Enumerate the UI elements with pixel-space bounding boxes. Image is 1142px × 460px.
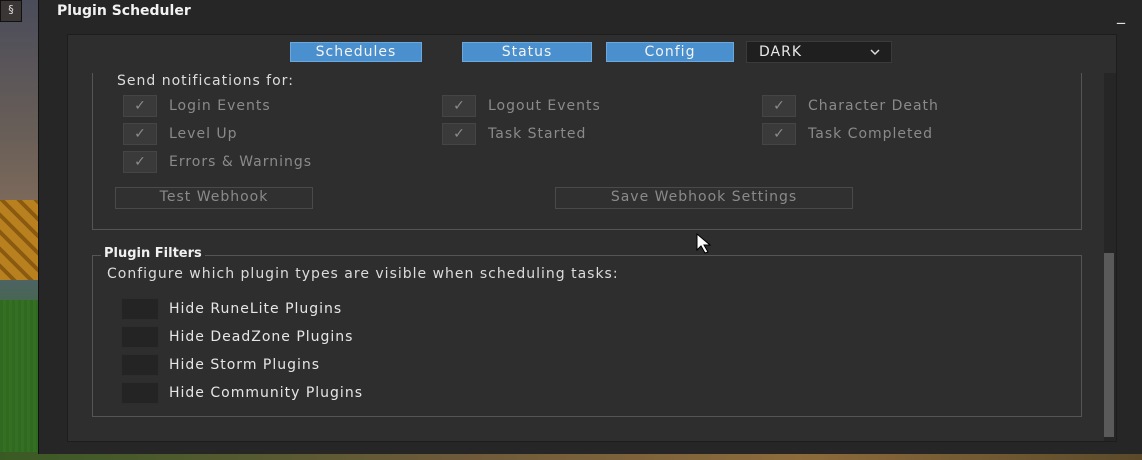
- checkbox-character-death[interactable]: ✓: [762, 95, 796, 117]
- option-character-death[interactable]: ✓ Character Death: [762, 95, 939, 117]
- save-webhook-settings-button[interactable]: Save Webhook Settings: [555, 187, 853, 209]
- background-grass: [0, 300, 40, 460]
- minimize-button[interactable]: _: [1111, 7, 1131, 24]
- option-hide-deadzone[interactable]: Hide DeadZone Plugins: [121, 326, 353, 348]
- option-login-events[interactable]: ✓ Login Events: [123, 95, 271, 117]
- titlebar[interactable]: Plugin Scheduler _: [39, 0, 1142, 28]
- webhook-notifications-panel: Send notifications for: ✓ Login Events ✓…: [92, 73, 1082, 230]
- theme-dropdown-value: DARK: [759, 44, 803, 60]
- tab-schedules[interactable]: Schedules: [290, 42, 422, 62]
- checkbox-task-completed[interactable]: ✓: [762, 123, 796, 145]
- plugin-scheduler-window: Plugin Scheduler _ Schedules Status Conf…: [38, 0, 1142, 454]
- label-task-completed: Task Completed: [808, 126, 934, 142]
- corner-app-icon: §: [0, 0, 22, 22]
- checkbox-hide-storm[interactable]: [121, 354, 159, 376]
- option-hide-community[interactable]: Hide Community Plugins: [121, 382, 363, 404]
- checkbox-task-started[interactable]: ✓: [442, 123, 476, 145]
- option-task-completed[interactable]: ✓ Task Completed: [762, 123, 933, 145]
- plugin-filters-title: Plugin Filters: [101, 246, 205, 261]
- config-scroll-area[interactable]: Send notifications for: ✓ Login Events ✓…: [68, 73, 1116, 441]
- checkbox-hide-runelite[interactable]: [121, 298, 159, 320]
- label-login-events: Login Events: [169, 98, 271, 114]
- checkbox-level-up[interactable]: ✓: [123, 123, 157, 145]
- label-errors-warnings: Errors & Warnings: [169, 154, 313, 170]
- option-errors-warnings[interactable]: ✓ Errors & Warnings: [123, 151, 312, 173]
- label-hide-deadzone: Hide DeadZone Plugins: [169, 329, 354, 345]
- plugin-filters-panel: Plugin Filters Configure which plugin ty…: [92, 246, 1082, 417]
- checkbox-login-events[interactable]: ✓: [123, 95, 157, 117]
- option-level-up[interactable]: ✓ Level Up: [123, 123, 238, 145]
- plugin-filters-description: Configure which plugin types are visible…: [107, 266, 619, 282]
- option-hide-storm[interactable]: Hide Storm Plugins: [121, 354, 320, 376]
- option-logout-events[interactable]: ✓ Logout Events: [442, 95, 601, 117]
- checkbox-logout-events[interactable]: ✓: [442, 95, 476, 117]
- checkbox-errors-warnings[interactable]: ✓: [123, 151, 157, 173]
- theme-dropdown[interactable]: DARK: [746, 41, 892, 63]
- chevron-down-icon: [869, 42, 881, 68]
- label-hide-runelite: Hide RuneLite Plugins: [169, 301, 343, 317]
- mouse-pointer-icon: [696, 233, 712, 254]
- tab-status[interactable]: Status: [462, 42, 592, 62]
- checkbox-hide-community[interactable]: [121, 382, 159, 404]
- background-wooden-structure: [0, 200, 38, 280]
- label-logout-events: Logout Events: [488, 98, 601, 114]
- option-hide-runelite[interactable]: Hide RuneLite Plugins: [121, 298, 342, 320]
- scheduler-content: Schedules Status Config DARK Send notifi…: [67, 34, 1117, 442]
- scrollbar-thumb[interactable]: [1104, 253, 1114, 437]
- label-hide-community: Hide Community Plugins: [169, 385, 363, 401]
- notifications-heading: Send notifications for:: [117, 73, 294, 89]
- label-character-death: Character Death: [808, 98, 939, 114]
- checkbox-hide-deadzone[interactable]: [121, 326, 159, 348]
- label-task-started: Task Started: [488, 126, 587, 142]
- test-webhook-button[interactable]: Test Webhook: [115, 187, 313, 209]
- label-hide-storm: Hide Storm Plugins: [169, 357, 321, 373]
- window-title: Plugin Scheduler: [57, 3, 191, 19]
- label-level-up: Level Up: [169, 126, 238, 142]
- tab-config[interactable]: Config: [606, 42, 734, 62]
- option-task-started[interactable]: ✓ Task Started: [442, 123, 586, 145]
